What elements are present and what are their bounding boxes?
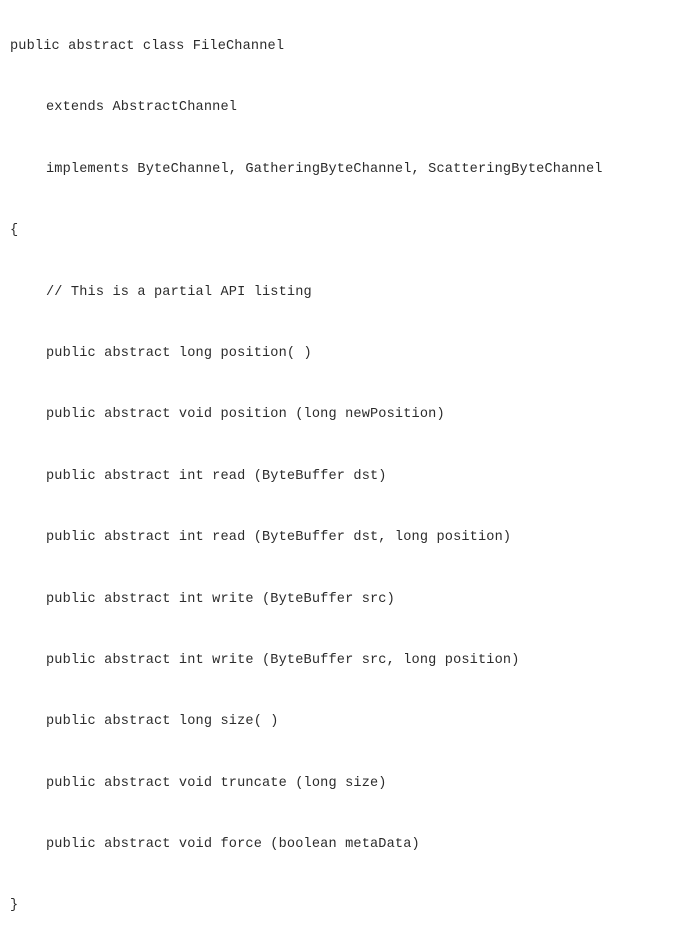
code-listing: public abstract class FileChannel extend… — [10, 6, 603, 942]
method-line-read-positional: public abstract int read (ByteBuffer dst… — [46, 530, 512, 546]
method-line-size: public abstract long size( ) — [46, 714, 279, 730]
method-line-write-positional: public abstract int write (ByteBuffer sr… — [46, 652, 520, 668]
method-line-write: public abstract int write (ByteBuffer sr… — [46, 591, 395, 607]
extends-clause-line: extends AbstractChannel — [46, 100, 238, 116]
method-line-position-getter: public abstract long position( ) — [46, 345, 312, 361]
method-line-truncate: public abstract void truncate (long size… — [46, 775, 387, 791]
method-line-force: public abstract void force (boolean meta… — [46, 837, 420, 853]
method-line-read: public abstract int read (ByteBuffer dst… — [46, 468, 387, 484]
implements-clause-line: implements ByteChannel, GatheringByteCha… — [46, 161, 603, 177]
comment-line: // This is a partial API listing — [46, 284, 312, 300]
class-declaration-line: public abstract class FileChannel — [10, 39, 285, 54]
close-brace-line: } — [10, 898, 19, 914]
open-brace-line: { — [10, 223, 19, 239]
method-line-position-setter: public abstract void position (long newP… — [46, 407, 445, 423]
